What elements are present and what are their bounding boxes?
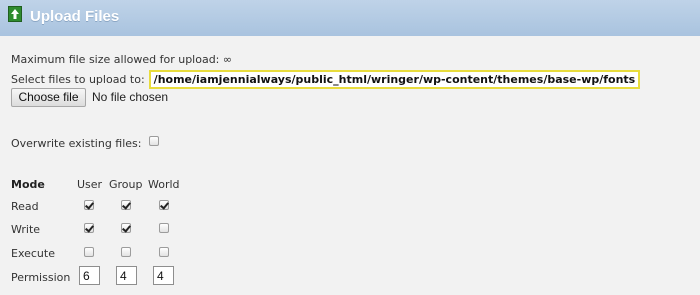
upload-panel: Maximum file size allowed for upload: ∞ … [0,36,700,295]
execute-world-checkbox[interactable] [159,247,169,257]
mode-header: Mode [11,178,45,191]
overwrite-checkbox[interactable] [149,136,159,146]
destination-row: Select files to upload to:/home/iamjenni… [11,70,641,89]
destination-path: /home/iamjennialways/public_html/wringer… [148,70,641,89]
overwrite-label: Overwrite existing files: [11,137,142,150]
permission-world-input[interactable] [153,266,174,285]
execute-label: Execute [11,247,55,260]
column-world: World [148,178,180,191]
read-world-checkbox[interactable] [159,200,169,210]
write-group-checkbox[interactable] [121,223,131,233]
upload-arrow-icon [8,6,22,22]
permission-label: Permission [11,271,71,284]
column-user: User [77,178,103,191]
read-label: Read [11,200,39,213]
max-size-label: Maximum file size allowed for upload: [11,53,220,66]
write-label: Write [11,223,41,236]
title-bar: Upload Files [0,0,700,36]
permission-user-input[interactable] [79,266,100,285]
read-group-checkbox[interactable] [121,200,131,210]
max-size-row: Maximum file size allowed for upload: ∞ [11,53,232,66]
file-status: No file chosen [92,90,169,104]
overwrite-row: Overwrite existing files: [11,137,142,150]
choose-file-button[interactable]: Choose file [11,88,86,107]
select-files-label: Select files to upload to: [11,73,145,86]
page-title: Upload Files [30,8,120,25]
permission-group-input[interactable] [116,266,137,285]
execute-group-checkbox[interactable] [121,247,131,257]
write-user-checkbox[interactable] [84,223,94,233]
write-world-checkbox[interactable] [159,223,169,233]
execute-user-checkbox[interactable] [84,247,94,257]
column-group: Group [109,178,143,191]
read-user-checkbox[interactable] [84,200,94,210]
max-size-value: ∞ [222,53,233,66]
